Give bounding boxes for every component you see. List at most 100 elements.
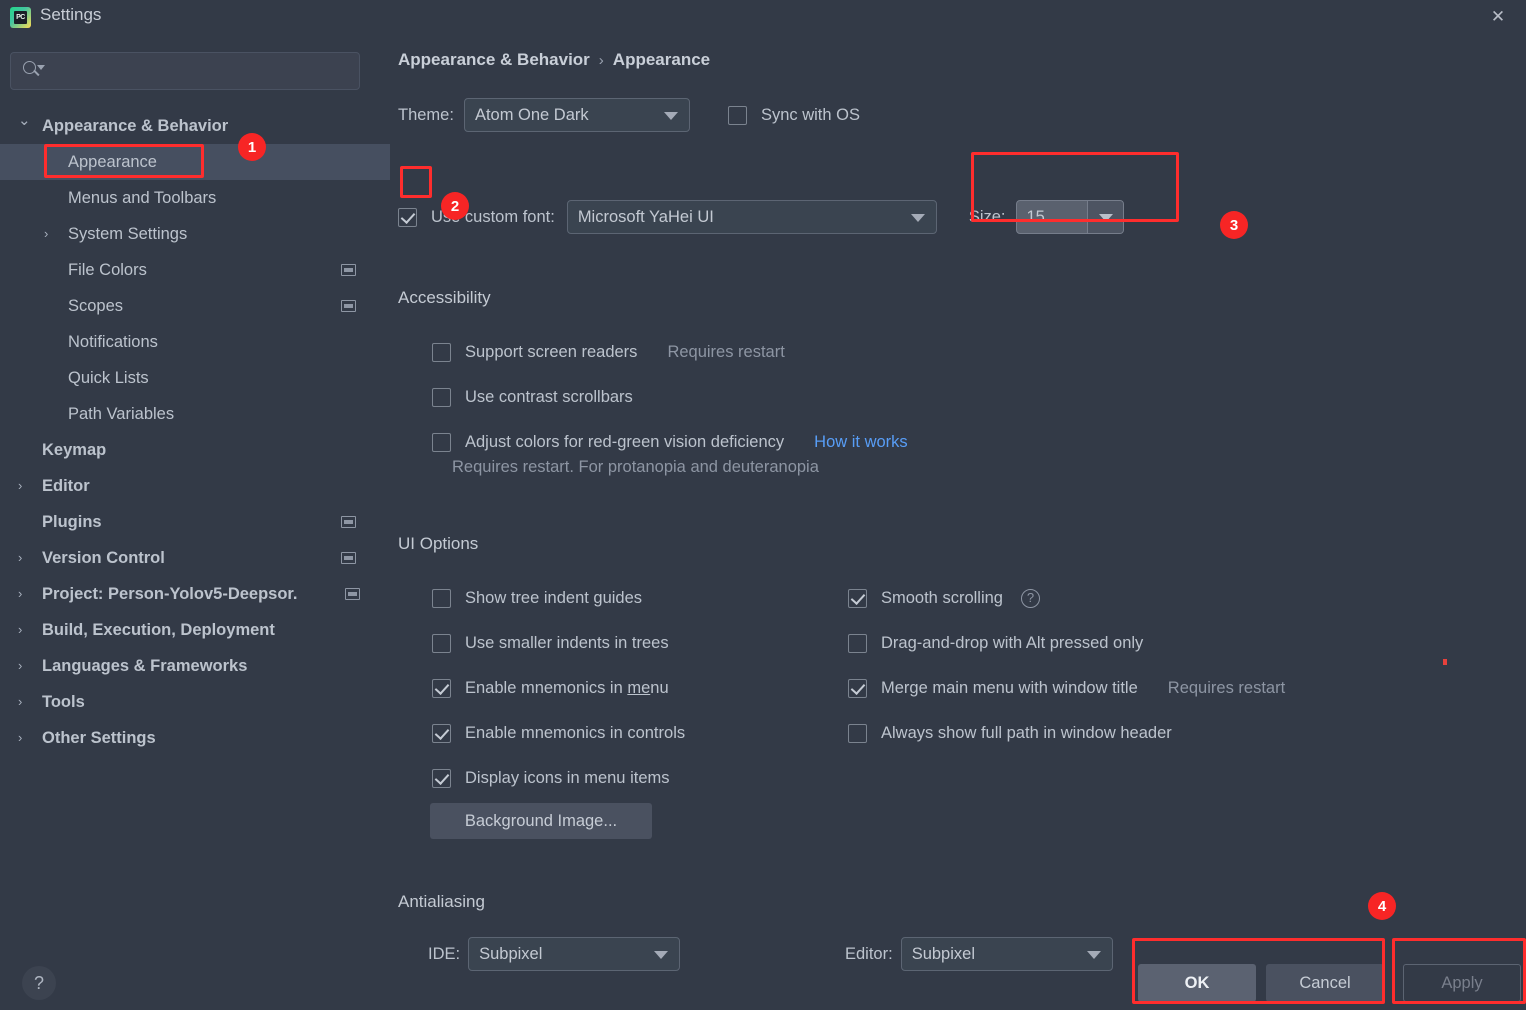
accessibility-section-title: Accessibility: [398, 288, 491, 307]
chevron-right-icon[interactable]: ›: [18, 659, 32, 673]
apply-button: Apply: [1403, 964, 1521, 1002]
breadcrumb-parent[interactable]: Appearance & Behavior: [398, 50, 590, 70]
accessibility-option-2-checkbox[interactable]: [432, 433, 451, 452]
cancel-button[interactable]: Cancel: [1266, 964, 1384, 1002]
non-project-settings-icon: [341, 516, 356, 528]
ui-option-right-1-label: Drag-and-drop with Alt pressed only: [881, 634, 1144, 652]
font-size-select[interactable]: 15: [1015, 200, 1124, 234]
ui-option-left-2-row[interactable]: Enable mnemonics in menu: [432, 666, 685, 711]
ui-option-left-1-checkbox[interactable]: [432, 634, 451, 653]
sidebar-item-appearance-behavior[interactable]: ⌄ Appearance & Behavior: [0, 108, 390, 144]
search-input[interactable]: [45, 62, 359, 80]
settings-dialog: PC Settings ✕ ⌄ Appearance & Behavior Appe…: [0, 0, 1526, 1010]
help-icon[interactable]: ?: [1020, 589, 1040, 608]
accessibility-option-0-row[interactable]: Support screen readers Requires restart: [432, 330, 908, 375]
ui-option-left-0-row[interactable]: Show tree indent guides: [432, 576, 685, 621]
sidebar-item-tools[interactable]: › Tools: [0, 684, 390, 720]
accessibility-option-0-checkbox[interactable]: [432, 343, 451, 362]
annotation-badge-3: 3: [1220, 211, 1248, 239]
ui-option-right-1-checkbox[interactable]: [848, 634, 867, 653]
pycharm-logo-icon: PC: [10, 7, 31, 28]
custom-font-select[interactable]: Microsoft YaHei UI: [566, 200, 937, 234]
sidebar-item-label: Version Control: [42, 548, 165, 567]
ui-option-right-2-checkbox[interactable]: [848, 679, 867, 698]
settings-main-panel: Appearance & Behavior › Appearance Theme…: [390, 34, 1526, 1010]
sidebar-item-notifications[interactable]: Notifications: [0, 324, 390, 360]
antialiasing-ide-value: Subpixel: [479, 944, 543, 963]
theme-row: Theme: Atom One Dark Sync with OS: [398, 98, 860, 132]
non-project-settings-icon: [345, 588, 360, 600]
non-project-settings-icon: [341, 264, 356, 276]
chevron-down-icon: [654, 951, 669, 959]
ui-option-right-3-row[interactable]: Always show full path in window header: [848, 711, 1285, 756]
accessibility-option-1-row[interactable]: Use contrast scrollbars: [432, 375, 908, 420]
chevron-right-icon[interactable]: ›: [18, 731, 32, 745]
sidebar-item-scopes[interactable]: Scopes: [0, 288, 390, 324]
close-icon[interactable]: ✕: [1476, 2, 1520, 32]
sync-with-os-row[interactable]: Sync with OS: [727, 105, 860, 125]
sidebar-item-system-settings[interactable]: › System Settings: [0, 216, 390, 252]
antialiasing-ide-select[interactable]: Subpixel: [468, 937, 681, 971]
chevron-right-icon[interactable]: ›: [18, 551, 32, 565]
ui-option-right-0-row[interactable]: Smooth scrolling?: [848, 576, 1285, 621]
chevron-down-icon: [663, 112, 678, 120]
sidebar-item-label: File Colors: [68, 260, 147, 279]
breadcrumb-separator-icon: ›: [598, 51, 604, 69]
sidebar-item-path-variables[interactable]: Path Variables: [0, 396, 390, 432]
sidebar-item-label: Quick Lists: [68, 368, 149, 387]
settings-tree: ⌄ Appearance & Behavior Appearance Menus an…: [0, 108, 390, 756]
ui-option-right-0-label: Smooth scrolling: [881, 589, 1003, 607]
sidebar-item-build-execution-deployment[interactable]: › Build, Execution, Deployment: [0, 612, 390, 648]
sidebar-item-editor[interactable]: › Editor: [0, 468, 390, 504]
ui-option-right-3-checkbox[interactable]: [848, 724, 867, 743]
theme-select[interactable]: Atom One Dark: [463, 98, 690, 132]
accessibility-option-1-checkbox[interactable]: [432, 388, 451, 407]
sidebar-item-file-colors[interactable]: File Colors: [0, 252, 390, 288]
help-button[interactable]: ?: [22, 966, 56, 1000]
ui-option-left-3-label: Enable mnemonics in controls: [465, 724, 686, 742]
antialiasing-editor-select[interactable]: Subpixel: [900, 937, 1113, 971]
sidebar-item-keymap[interactable]: Keymap: [0, 432, 390, 468]
ui-option-left-3-row[interactable]: Enable mnemonics in controls: [432, 711, 685, 756]
chevron-right-icon[interactable]: ›: [44, 227, 58, 241]
ok-button[interactable]: OK: [1138, 964, 1256, 1002]
chevron-right-icon[interactable]: ›: [18, 587, 32, 601]
sidebar-item-version-control[interactable]: › Version Control: [0, 540, 390, 576]
sidebar-item-appearance[interactable]: Appearance: [0, 144, 390, 180]
annotation-badge-2: 2: [441, 192, 469, 220]
sidebar-item-quick-lists[interactable]: Quick Lists: [0, 360, 390, 396]
ui-option-left-4-row[interactable]: Display icons in menu items: [432, 756, 685, 801]
how-it-works-link[interactable]: How it works: [814, 433, 908, 452]
ui-option-left-4-checkbox[interactable]: [432, 769, 451, 788]
background-image-button[interactable]: Background Image...: [430, 803, 652, 839]
chevron-right-icon[interactable]: ›: [18, 479, 32, 493]
chevron-right-icon[interactable]: ›: [18, 695, 32, 709]
sync-with-os-checkbox[interactable]: [727, 105, 747, 125]
ui-option-right-2-row[interactable]: Merge main menu with window title Require…: [848, 666, 1285, 711]
settings-sidebar: ⌄ Appearance & Behavior Appearance Menus an…: [0, 34, 390, 1010]
sidebar-item-other-settings[interactable]: › Other Settings: [0, 720, 390, 756]
custom-font-row: Use custom font: Microsoft YaHei UI Size…: [398, 200, 1124, 234]
search-box[interactable]: [10, 52, 360, 90]
sidebar-item-menus-and-toolbars[interactable]: Menus and Toolbars: [0, 180, 390, 216]
ui-option-left-0-checkbox[interactable]: [432, 589, 451, 608]
antialiasing-section-title: Antialiasing: [398, 892, 485, 911]
sidebar-item-languages-frameworks[interactable]: › Languages & Frameworks: [0, 648, 390, 684]
non-project-settings-icon: [341, 300, 356, 312]
use-custom-font-checkbox[interactable]: [398, 207, 417, 227]
ui-option-right-0-checkbox[interactable]: [848, 589, 867, 608]
sidebar-item-plugins[interactable]: Plugins: [0, 504, 390, 540]
accessibility-option-1-label: Use contrast scrollbars: [465, 388, 633, 406]
ui-option-left-1-row[interactable]: Use smaller indents in trees: [432, 621, 685, 666]
antialiasing-ide-label: IDE:: [428, 944, 461, 963]
breadcrumb-current: Appearance: [612, 50, 711, 69]
sidebar-item-project-person-yolov5-deepsor[interactable]: › Project: Person-Yolov5-Deepsor.: [0, 576, 390, 612]
ui-option-left-2-checkbox[interactable]: [432, 679, 451, 698]
annotation-badge-1: 1: [238, 133, 266, 161]
chevron-down-icon[interactable]: ⌄: [18, 113, 32, 128]
ui-options-left-column: Show tree indent guides Use smaller inden…: [432, 576, 685, 801]
ui-option-right-1-row[interactable]: Drag-and-drop with Alt pressed only: [848, 621, 1285, 666]
chevron-right-icon[interactable]: ›: [18, 623, 32, 637]
ui-option-left-3-checkbox[interactable]: [432, 724, 451, 743]
accessibility-option-0-note: Requires restart: [667, 343, 785, 361]
